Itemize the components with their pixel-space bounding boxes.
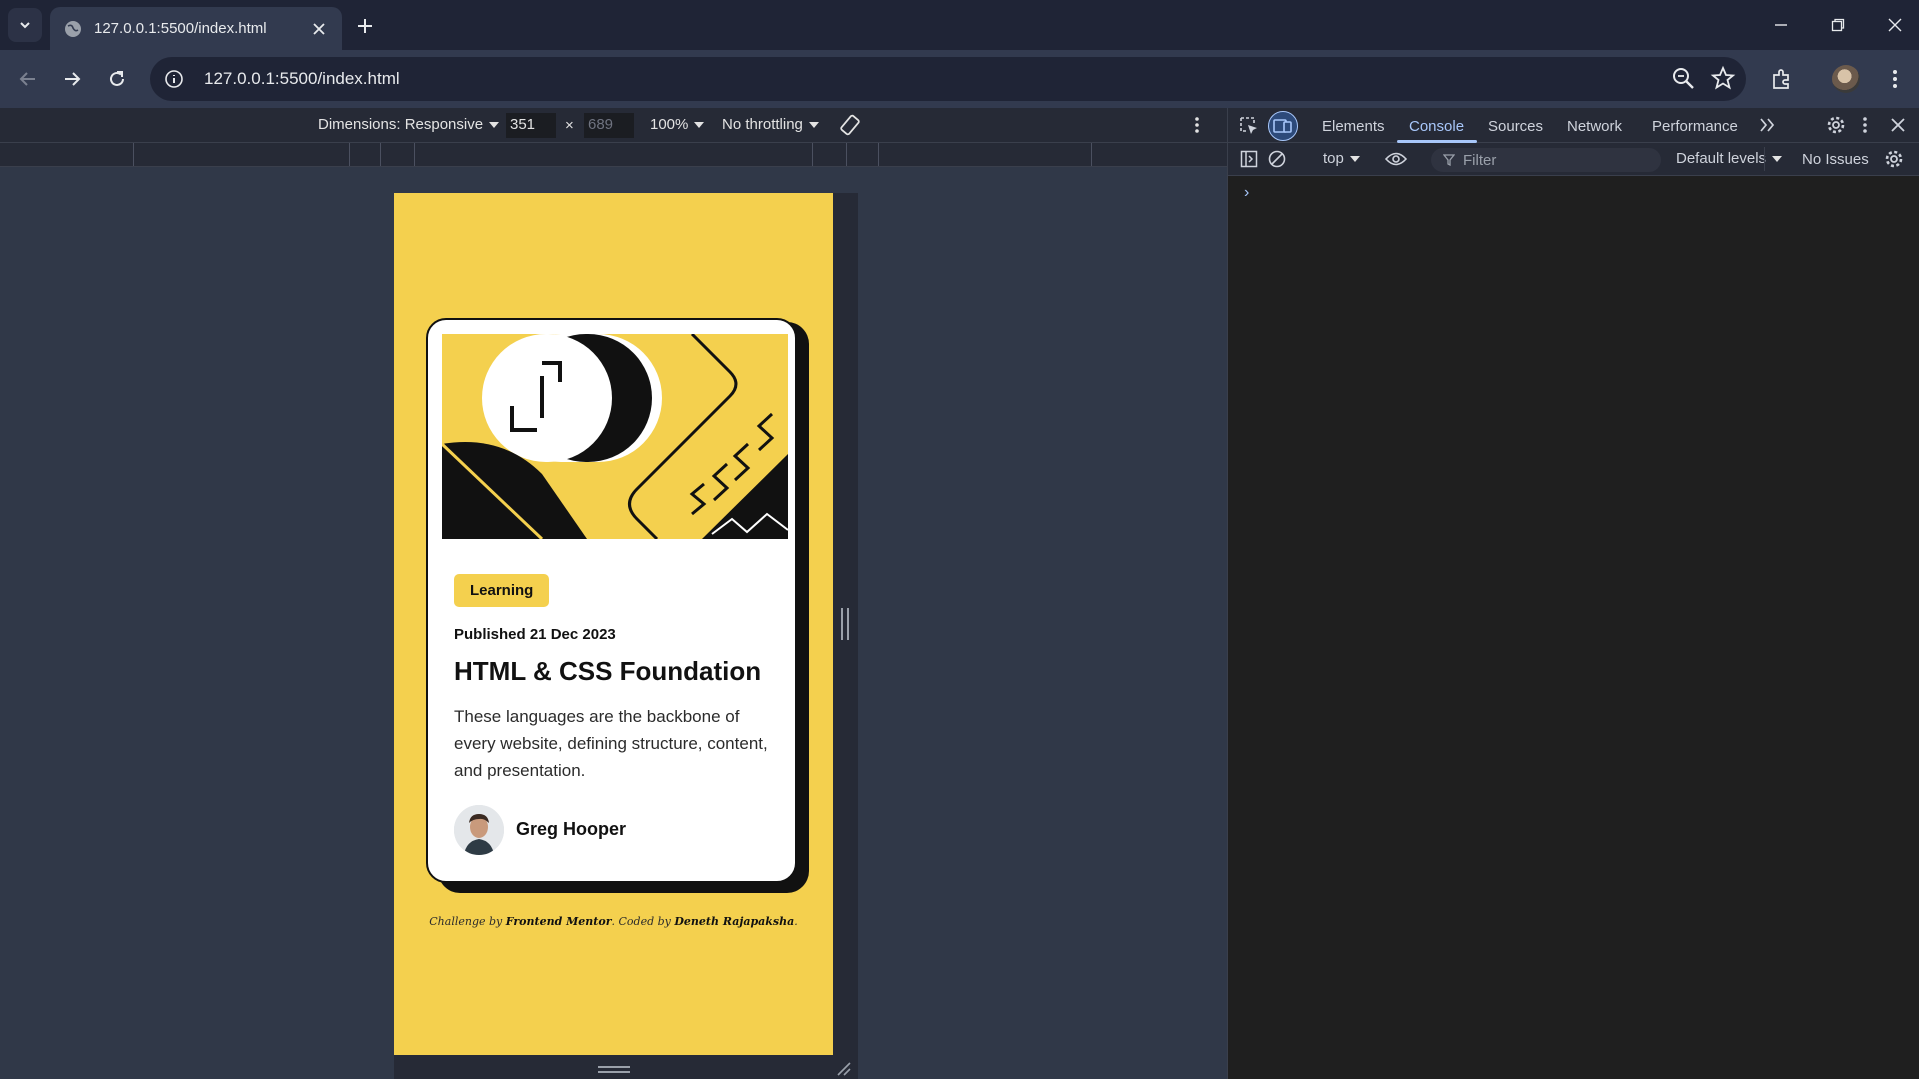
filter-icon: [1443, 154, 1455, 166]
more-vert-icon[interactable]: [1862, 116, 1868, 134]
forward-icon[interactable]: [57, 64, 87, 94]
devtools-panel: Elements Console Sources Network Perform…: [1227, 108, 1919, 1079]
extensions-icon[interactable]: [1767, 64, 1797, 94]
devtools-tabbar: Elements Console Sources Network Perform…: [1228, 108, 1919, 143]
blog-card[interactable]: Learning Published 21 Dec 2023 HTML & CS…: [426, 318, 797, 883]
chevron-down-icon: [489, 121, 500, 128]
frontend-mentor-link[interactable]: Frontend Mentor: [506, 915, 612, 928]
width-input[interactable]: 351: [506, 113, 556, 138]
window-close-icon[interactable]: [1880, 10, 1910, 40]
card-illustration: [442, 334, 788, 539]
site-info-icon[interactable]: [164, 69, 184, 89]
plus-icon[interactable]: [352, 13, 378, 39]
tab-elements[interactable]: Elements: [1322, 118, 1385, 135]
star-icon[interactable]: [1710, 65, 1736, 91]
close-icon[interactable]: [310, 20, 328, 38]
attribution-suffix: .: [794, 915, 798, 928]
levels-label: Default levels: [1676, 150, 1767, 167]
tab-title: 127.0.0.1:5500/index.html: [94, 20, 267, 37]
corner-resize-icon[interactable]: [836, 1061, 852, 1077]
eye-icon[interactable]: [1385, 151, 1407, 167]
resize-handle-icon[interactable]: [598, 1066, 630, 1073]
author-link[interactable]: Deneth Rajapaksha: [674, 915, 794, 928]
globe-icon: [65, 20, 81, 37]
chevron-down-icon: [1772, 155, 1783, 162]
chevron-down-icon: [1349, 155, 1360, 162]
rotate-icon[interactable]: [838, 113, 862, 137]
device-toolbar: Dimensions: Responsive 351 × 689 100% No…: [0, 108, 1227, 143]
dimensions-label: Dimensions: Responsive: [318, 116, 484, 133]
tab-search-icon[interactable]: [8, 8, 42, 42]
chevron-down-icon: [694, 121, 705, 128]
close-icon[interactable]: [1890, 117, 1906, 133]
gear-icon[interactable]: [1826, 115, 1846, 135]
tab-strip: 127.0.0.1:5500/index.html: [0, 0, 1919, 50]
dimensions-dropdown[interactable]: Dimensions: Responsive: [318, 116, 500, 133]
inspect-element-icon[interactable]: [1238, 115, 1260, 137]
url-text[interactable]: 127.0.0.1:5500/index.html: [204, 69, 400, 89]
context-dropdown[interactable]: top: [1323, 150, 1360, 167]
restore-icon[interactable]: [1823, 10, 1853, 40]
clear-console-icon[interactable]: [1268, 150, 1286, 168]
resize-handle-icon[interactable]: [841, 608, 849, 640]
tab-performance[interactable]: Performance: [1652, 118, 1738, 135]
address-bar[interactable]: 127.0.0.1:5500/index.html: [150, 57, 1746, 101]
author-avatar: [454, 805, 504, 855]
card-title[interactable]: HTML & CSS Foundation: [454, 656, 761, 687]
tab-network[interactable]: Network: [1567, 118, 1622, 135]
zoom-label: 100%: [650, 116, 689, 133]
author-name: Greg Hooper: [516, 819, 627, 839]
media-query-ruler[interactable]: [0, 143, 1227, 167]
log-levels-dropdown[interactable]: Default levels: [1676, 150, 1783, 167]
page-viewport: Learning Published 21 Dec 2023 HTML & CS…: [394, 193, 833, 1055]
height-input[interactable]: 689: [584, 113, 634, 138]
category-tag: Learning: [454, 574, 550, 607]
device-toolbar-toggle-icon[interactable]: [1268, 111, 1298, 141]
filter-input[interactable]: Filter: [1431, 148, 1661, 172]
minimize-icon[interactable]: [1766, 10, 1796, 40]
throttling-dropdown[interactable]: No throttling: [722, 116, 819, 133]
zoom-dropdown[interactable]: 100%: [650, 116, 705, 133]
sidebar-toggle-icon[interactable]: [1240, 150, 1258, 168]
console-prompt[interactable]: ›: [1244, 184, 1249, 202]
console-settings-icon[interactable]: [1884, 149, 1904, 169]
reload-icon[interactable]: [102, 64, 132, 94]
profile-avatar[interactable]: [1832, 65, 1860, 93]
tab-console[interactable]: Console: [1409, 118, 1464, 135]
issues-counter[interactable]: No Issues: [1802, 151, 1869, 168]
attribution-prefix: Challenge by: [429, 915, 503, 928]
filter-placeholder: Filter: [1463, 151, 1497, 169]
browser-tab[interactable]: 127.0.0.1:5500/index.html: [50, 7, 342, 50]
tab-sources[interactable]: Sources: [1488, 118, 1543, 135]
more-vert-icon[interactable]: [1194, 116, 1200, 134]
throttling-label: No throttling: [722, 116, 803, 133]
chevron-down-icon: [808, 121, 819, 128]
zoom-icon[interactable]: [1670, 65, 1696, 91]
context-label: top: [1323, 150, 1344, 167]
more-tabs-icon[interactable]: [1758, 116, 1776, 134]
browser-toolbar: 127.0.0.1:5500/index.html: [0, 50, 1919, 108]
attribution: Challenge by Frontend Mentor. Coded by D…: [394, 915, 833, 928]
card-description: These languages are the backbone of ever…: [454, 707, 768, 780]
console-toolbar: top Filter Default levels No Issues: [1228, 143, 1919, 176]
back-icon[interactable]: [13, 64, 43, 94]
divider: [1764, 147, 1765, 171]
more-vert-icon[interactable]: [1880, 64, 1910, 94]
published-date: Published 21 Dec 2023: [454, 626, 616, 643]
dimension-separator: ×: [565, 117, 574, 134]
attribution-middle: . Coded by: [611, 915, 671, 928]
